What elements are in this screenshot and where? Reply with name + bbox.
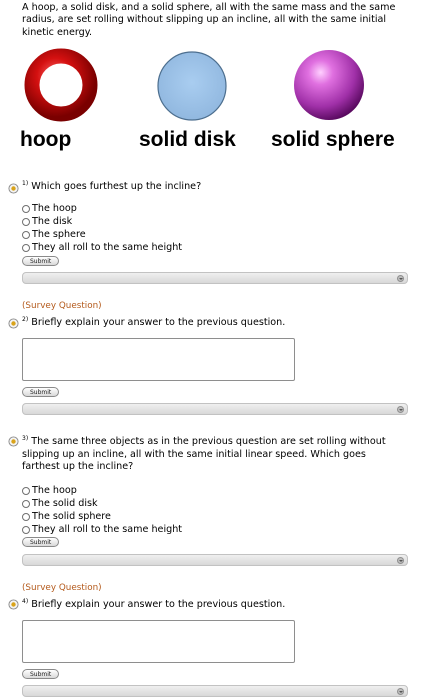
submit-button-4[interactable]: Submit	[22, 669, 60, 679]
choice-sphere[interactable]: The sphere	[22, 228, 182, 241]
solid-disk-icon	[157, 51, 227, 121]
intro-text: A hoop, a solid disk, and a solid sphere…	[22, 2, 396, 38]
question-4-text: 4) Briefly explain your answer to the pr…	[22, 596, 285, 612]
question-1-prompt: Which goes furthest up the incline?	[31, 181, 202, 193]
question-3-text: 3) The same three objects as in the prev…	[22, 433, 394, 474]
radio-button[interactable]	[22, 525, 30, 534]
expand-icon[interactable]	[397, 688, 404, 695]
radio-button[interactable]	[22, 486, 30, 495]
radio-button[interactable]	[22, 204, 30, 213]
expand-icon[interactable]	[397, 557, 404, 564]
question-1-choices: The hoop The disk The sphere They all ro…	[22, 202, 182, 254]
choice-hoop[interactable]: The hoop	[22, 484, 182, 497]
hoop-label: hoop	[20, 128, 72, 151]
feedback-bar-2[interactable]	[22, 403, 408, 415]
survey-tag-4: (Survey Question)	[22, 583, 102, 593]
solid-disk-label: solid disk	[139, 128, 236, 151]
question-3-number: 3)	[22, 435, 29, 442]
choice-solid-sphere[interactable]: The solid sphere	[22, 510, 182, 523]
survey-tag-2: (Survey Question)	[22, 301, 102, 311]
question-3-prompt: The same three objects as in the previou…	[22, 436, 386, 473]
feedback-bar-3[interactable]	[22, 554, 408, 566]
choice-solid-disk[interactable]: The solid disk	[22, 497, 182, 510]
radio-button[interactable]	[22, 217, 30, 226]
question-2-prompt: Briefly explain your answer to the previ…	[31, 317, 286, 329]
submit-button-2[interactable]: Submit	[22, 387, 60, 397]
answer-textarea-4[interactable]	[22, 620, 295, 663]
radio-button[interactable]	[22, 230, 30, 239]
question-2-number: 2)	[22, 316, 29, 323]
choice-hoop[interactable]: The hoop	[22, 202, 182, 215]
choice-same-height[interactable]: They all roll to the same height	[22, 241, 182, 254]
solid-sphere-label: solid sphere	[271, 128, 395, 151]
choice-disk[interactable]: The disk	[22, 215, 182, 228]
hoop-icon	[24, 48, 98, 122]
question-1-number: 1)	[22, 180, 29, 187]
radio-button[interactable]	[22, 499, 30, 508]
question-status-icon	[8, 436, 19, 447]
question-status-icon	[8, 599, 19, 610]
expand-icon[interactable]	[397, 275, 404, 282]
submit-button-3[interactable]: Submit	[22, 537, 60, 547]
answer-textarea-2[interactable]	[22, 338, 295, 381]
solid-sphere-icon	[294, 50, 364, 120]
radio-button[interactable]	[22, 243, 30, 252]
submit-button-1[interactable]: Submit	[22, 256, 60, 266]
feedback-bar-1[interactable]	[22, 272, 408, 284]
question-1-text: 1) Which goes furthest up the incline?	[22, 178, 201, 194]
feedback-bar-4[interactable]	[22, 685, 408, 697]
choice-same-height[interactable]: They all roll to the same height	[22, 523, 182, 536]
expand-icon[interactable]	[397, 406, 404, 413]
question-4-prompt: Briefly explain your answer to the previ…	[31, 599, 286, 611]
radio-button[interactable]	[22, 512, 30, 521]
question-status-icon	[8, 318, 19, 329]
question-status-icon	[8, 183, 19, 194]
question-2-text: 2) Briefly explain your answer to the pr…	[22, 314, 285, 330]
question-4-number: 4)	[22, 598, 29, 605]
question-3-choices: The hoop The solid disk The solid sphere…	[22, 484, 182, 536]
